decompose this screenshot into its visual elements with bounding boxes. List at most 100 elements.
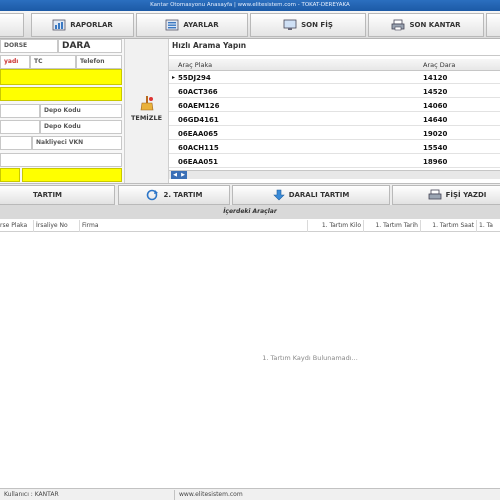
weight-yellow-2[interactable] [22, 168, 122, 182]
last-receipt-label: SON FİŞ [301, 21, 333, 29]
tc-label: TC [34, 58, 43, 65]
dorse-field[interactable]: DORSE [0, 39, 58, 53]
first-weighing-button[interactable]: TARTIM [0, 185, 115, 205]
carrier-vkn-label: Nakliyeci VKN [36, 139, 84, 146]
phone-header: Telefon [76, 55, 122, 69]
settings-label: AYARLAR [183, 21, 219, 29]
last-receipt-button[interactable]: SON FİŞ [250, 13, 366, 37]
col-plaka: Araç Plaka [178, 61, 213, 69]
tared-weighing-label: DARALI TARTIM [288, 191, 350, 199]
second-weighing-button[interactable]: 2. TARTIM [118, 185, 230, 205]
carrier-field[interactable] [0, 136, 32, 150]
th-more[interactable]: 1. Ta [477, 220, 500, 232]
horizontal-scrollbar[interactable]: ◀ ▶ [169, 170, 500, 179]
quick-search-input[interactable] [169, 53, 500, 56]
vehicle-grid-row[interactable]: 06EAA065 19020 [169, 128, 500, 140]
inside-vehicles-header: rse Plaka İrsaliye No Firma 1. Tartım Ki… [0, 220, 500, 232]
last-weighbridge-label: SON KANTAR [409, 21, 461, 29]
product-field[interactable] [0, 104, 40, 118]
vehicle-plate: 60ACT366 [178, 88, 218, 96]
clear-button[interactable]: TEMİZLE [125, 95, 168, 122]
current-row-marker-icon: ▸ [172, 74, 176, 81]
vehicle-plate: 55DJ294 [178, 74, 211, 82]
vehicle-grid-row[interactable]: 06EAA051 18960 [169, 156, 500, 168]
settings-button[interactable]: AYARLAR [136, 13, 248, 37]
weight-yellow-1[interactable] [0, 168, 20, 182]
th-tarih[interactable]: 1. Tartım Tarih [364, 220, 421, 232]
depo-kodu-1-label: Depo Kodu [44, 107, 81, 114]
company-input-yellow[interactable] [0, 87, 122, 101]
main-toolbar: RAPORLAR AYARLAR SON FİŞ SON KANTAR [0, 11, 500, 39]
phone-label: Telefon [80, 58, 105, 65]
vehicle-tare: 14640 [423, 116, 448, 124]
col-dara: Araç Dara [423, 61, 456, 69]
notes-field[interactable] [0, 153, 122, 167]
scroll-left-icon[interactable]: ◀ [171, 171, 179, 179]
vehicle-plate: 60ACH115 [178, 144, 219, 152]
clear-label: TEMİZLE [130, 114, 163, 122]
status-bar: Kullanıcı : KANTAR www.elitesistem.com [0, 488, 500, 500]
vehicle-tare: 14060 [423, 102, 448, 110]
vehicle-plate: 06EAA065 [178, 130, 218, 138]
th-irsaliye[interactable]: İrsaliye No [34, 220, 80, 232]
printer-icon [392, 19, 405, 31]
driver-name-header: yadı [0, 55, 30, 69]
vehicle-tare: 14120 [423, 74, 448, 82]
status-website: www.elitesistem.com [179, 491, 243, 498]
clear-column: TEMİZLE [124, 39, 169, 183]
action-bar: TARTIM 2. TARTIM DARALI TARTIM FİŞİ YAZD… [0, 183, 500, 205]
last-weighbridge-button[interactable]: SON KANTAR [368, 13, 484, 37]
window-title: Kantar Otomasyonu Anasayfa | www.elitesi… [0, 0, 500, 11]
th-kilo[interactable]: 1. Tartım Kilo [308, 220, 364, 232]
monitor-icon [283, 19, 297, 30]
dorse-label: DORSE [4, 42, 28, 49]
inside-vehicles-title: İçerdeki Araçlar [0, 205, 500, 219]
vehicle-tare: 18960 [423, 158, 448, 166]
scroll-right-icon[interactable]: ▶ [179, 171, 187, 179]
vehicle-grid-row[interactable]: 06GD4161 14640 [169, 114, 500, 126]
vehicle-plate: 60AEM126 [178, 102, 220, 110]
vehicle-tare: 19020 [423, 130, 448, 138]
tared-weighing-button[interactable]: DARALI TARTIM [232, 185, 390, 205]
reports-label: RAPORLAR [70, 21, 113, 29]
product-field-2[interactable] [0, 120, 40, 134]
print-receipt-button[interactable]: FİŞİ YAZDI [392, 185, 500, 205]
print-receipt-label: FİŞİ YAZDI [445, 191, 487, 199]
print-icon [428, 189, 442, 200]
th-plaka[interactable]: rse Plaka [0, 220, 34, 232]
status-user: Kullanıcı : KANTAR [0, 490, 175, 500]
vehicle-tare: 15540 [423, 144, 448, 152]
empty-message: 1. Tartım Kaydı Bulunamadı... [262, 354, 358, 362]
dara-field[interactable]: DARA [58, 39, 122, 53]
vehicle-grid-header: Araç Plaka Araç Dara [169, 59, 500, 71]
reports-button[interactable]: RAPORLAR [31, 13, 134, 37]
vehicle-grid-row[interactable]: 60ACH115 15540 [169, 142, 500, 154]
depo-kodu-2-label: Depo Kodu [44, 123, 81, 130]
vehicle-tare: 14520 [423, 88, 448, 96]
second-weighing-label: 2. TARTIM [163, 191, 203, 199]
depo-kodu-1: Depo Kodu [40, 104, 122, 118]
report-icon [52, 19, 66, 31]
th-firma[interactable]: Firma [80, 220, 308, 232]
driver-name-label: yadı [4, 58, 19, 65]
vehicle-grid-row[interactable]: ▸ 55DJ294 14120 [169, 72, 500, 84]
vehicle-plate: 06EAA051 [178, 158, 218, 166]
quick-search-label: Hızlı Arama Yapın [172, 41, 247, 50]
th-saat[interactable]: 1. Tartım Saat [421, 220, 477, 232]
vehicle-grid-row[interactable]: 60AEM126 14060 [169, 100, 500, 112]
toolbar-button-partial[interactable] [0, 13, 24, 37]
refresh-icon [147, 189, 159, 201]
first-weighing-label: TARTIM [32, 191, 63, 199]
quick-search-panel: Hızlı Arama Yapın Araç Plaka Araç Dara ▸… [169, 39, 500, 183]
settings-icon [165, 19, 179, 31]
toolbar-button-partial-right[interactable] [486, 13, 500, 37]
dara-label: DARA [62, 41, 91, 51]
vehicle-plate: 06GD4161 [178, 116, 219, 124]
vehicle-form-panel: DORSE DARA yadı TC Telefon Depo Kodu Dep… [0, 39, 124, 183]
broom-icon [140, 96, 153, 111]
carrier-vkn: Nakliyeci VKN [32, 136, 122, 150]
vehicle-grid-row[interactable]: 60ACT366 14520 [169, 86, 500, 98]
download-arrow-icon [272, 189, 285, 201]
depo-kodu-2: Depo Kodu [40, 120, 122, 134]
driver-input-yellow[interactable] [0, 69, 122, 85]
